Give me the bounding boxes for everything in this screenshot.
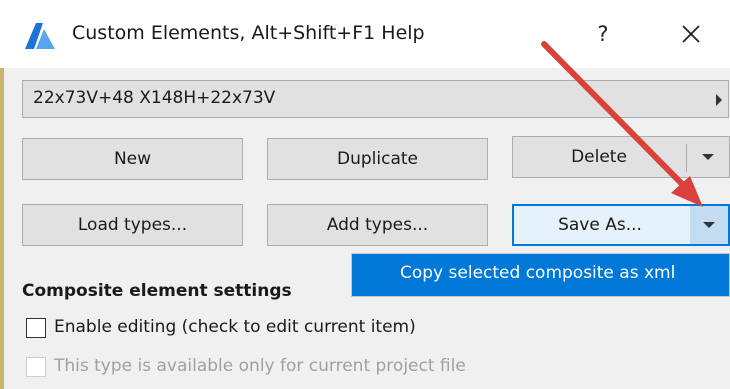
chevron-down-icon [702,154,714,160]
settings-section-title: Composite element settings [22,281,292,301]
new-button[interactable]: New [22,138,243,180]
delete-split-button[interactable]: Delete [512,136,730,178]
duplicate-button[interactable]: Duplicate [267,138,488,180]
title-bar: Custom Elements, Alt+Shift+F1 Help ? [0,0,730,68]
project-only-label: This type is available only for current … [54,356,466,376]
delete-button-label: Delete [571,147,627,167]
add-types-button[interactable]: Add types... [267,204,488,246]
save-as-dropdown-arrow[interactable] [690,206,728,244]
load-types-button[interactable]: Load types... [22,204,243,246]
enable-editing-checkbox[interactable] [26,318,46,338]
help-button[interactable]: ? [578,14,628,54]
composite-selector-value: 22x73V+48 X148H+22x73V [33,88,276,108]
window-edge [0,68,4,389]
app-logo-icon [25,23,55,49]
chevron-right-icon [716,94,722,106]
save-as-button-label: Save As... [558,215,642,235]
custom-elements-dialog: Custom Elements, Alt+Shift+F1 Help ? 22x… [0,0,730,389]
close-button[interactable] [666,14,716,54]
menu-item-copy-as-xml[interactable]: Copy selected composite as xml [400,263,675,283]
delete-dropdown-arrow[interactable] [687,137,729,177]
project-only-checkbox [26,357,46,377]
save-as-split-button[interactable]: Save As... [512,204,730,246]
save-as-dropdown-menu: Copy selected composite as xml [351,253,730,297]
enable-editing-label[interactable]: Enable editing (check to edit current it… [54,317,416,337]
close-icon [682,25,700,43]
chevron-down-icon [703,222,715,228]
window-title: Custom Elements, Alt+Shift+F1 Help [72,22,425,44]
composite-selector[interactable]: 22x73V+48 X148H+22x73V [22,80,729,118]
